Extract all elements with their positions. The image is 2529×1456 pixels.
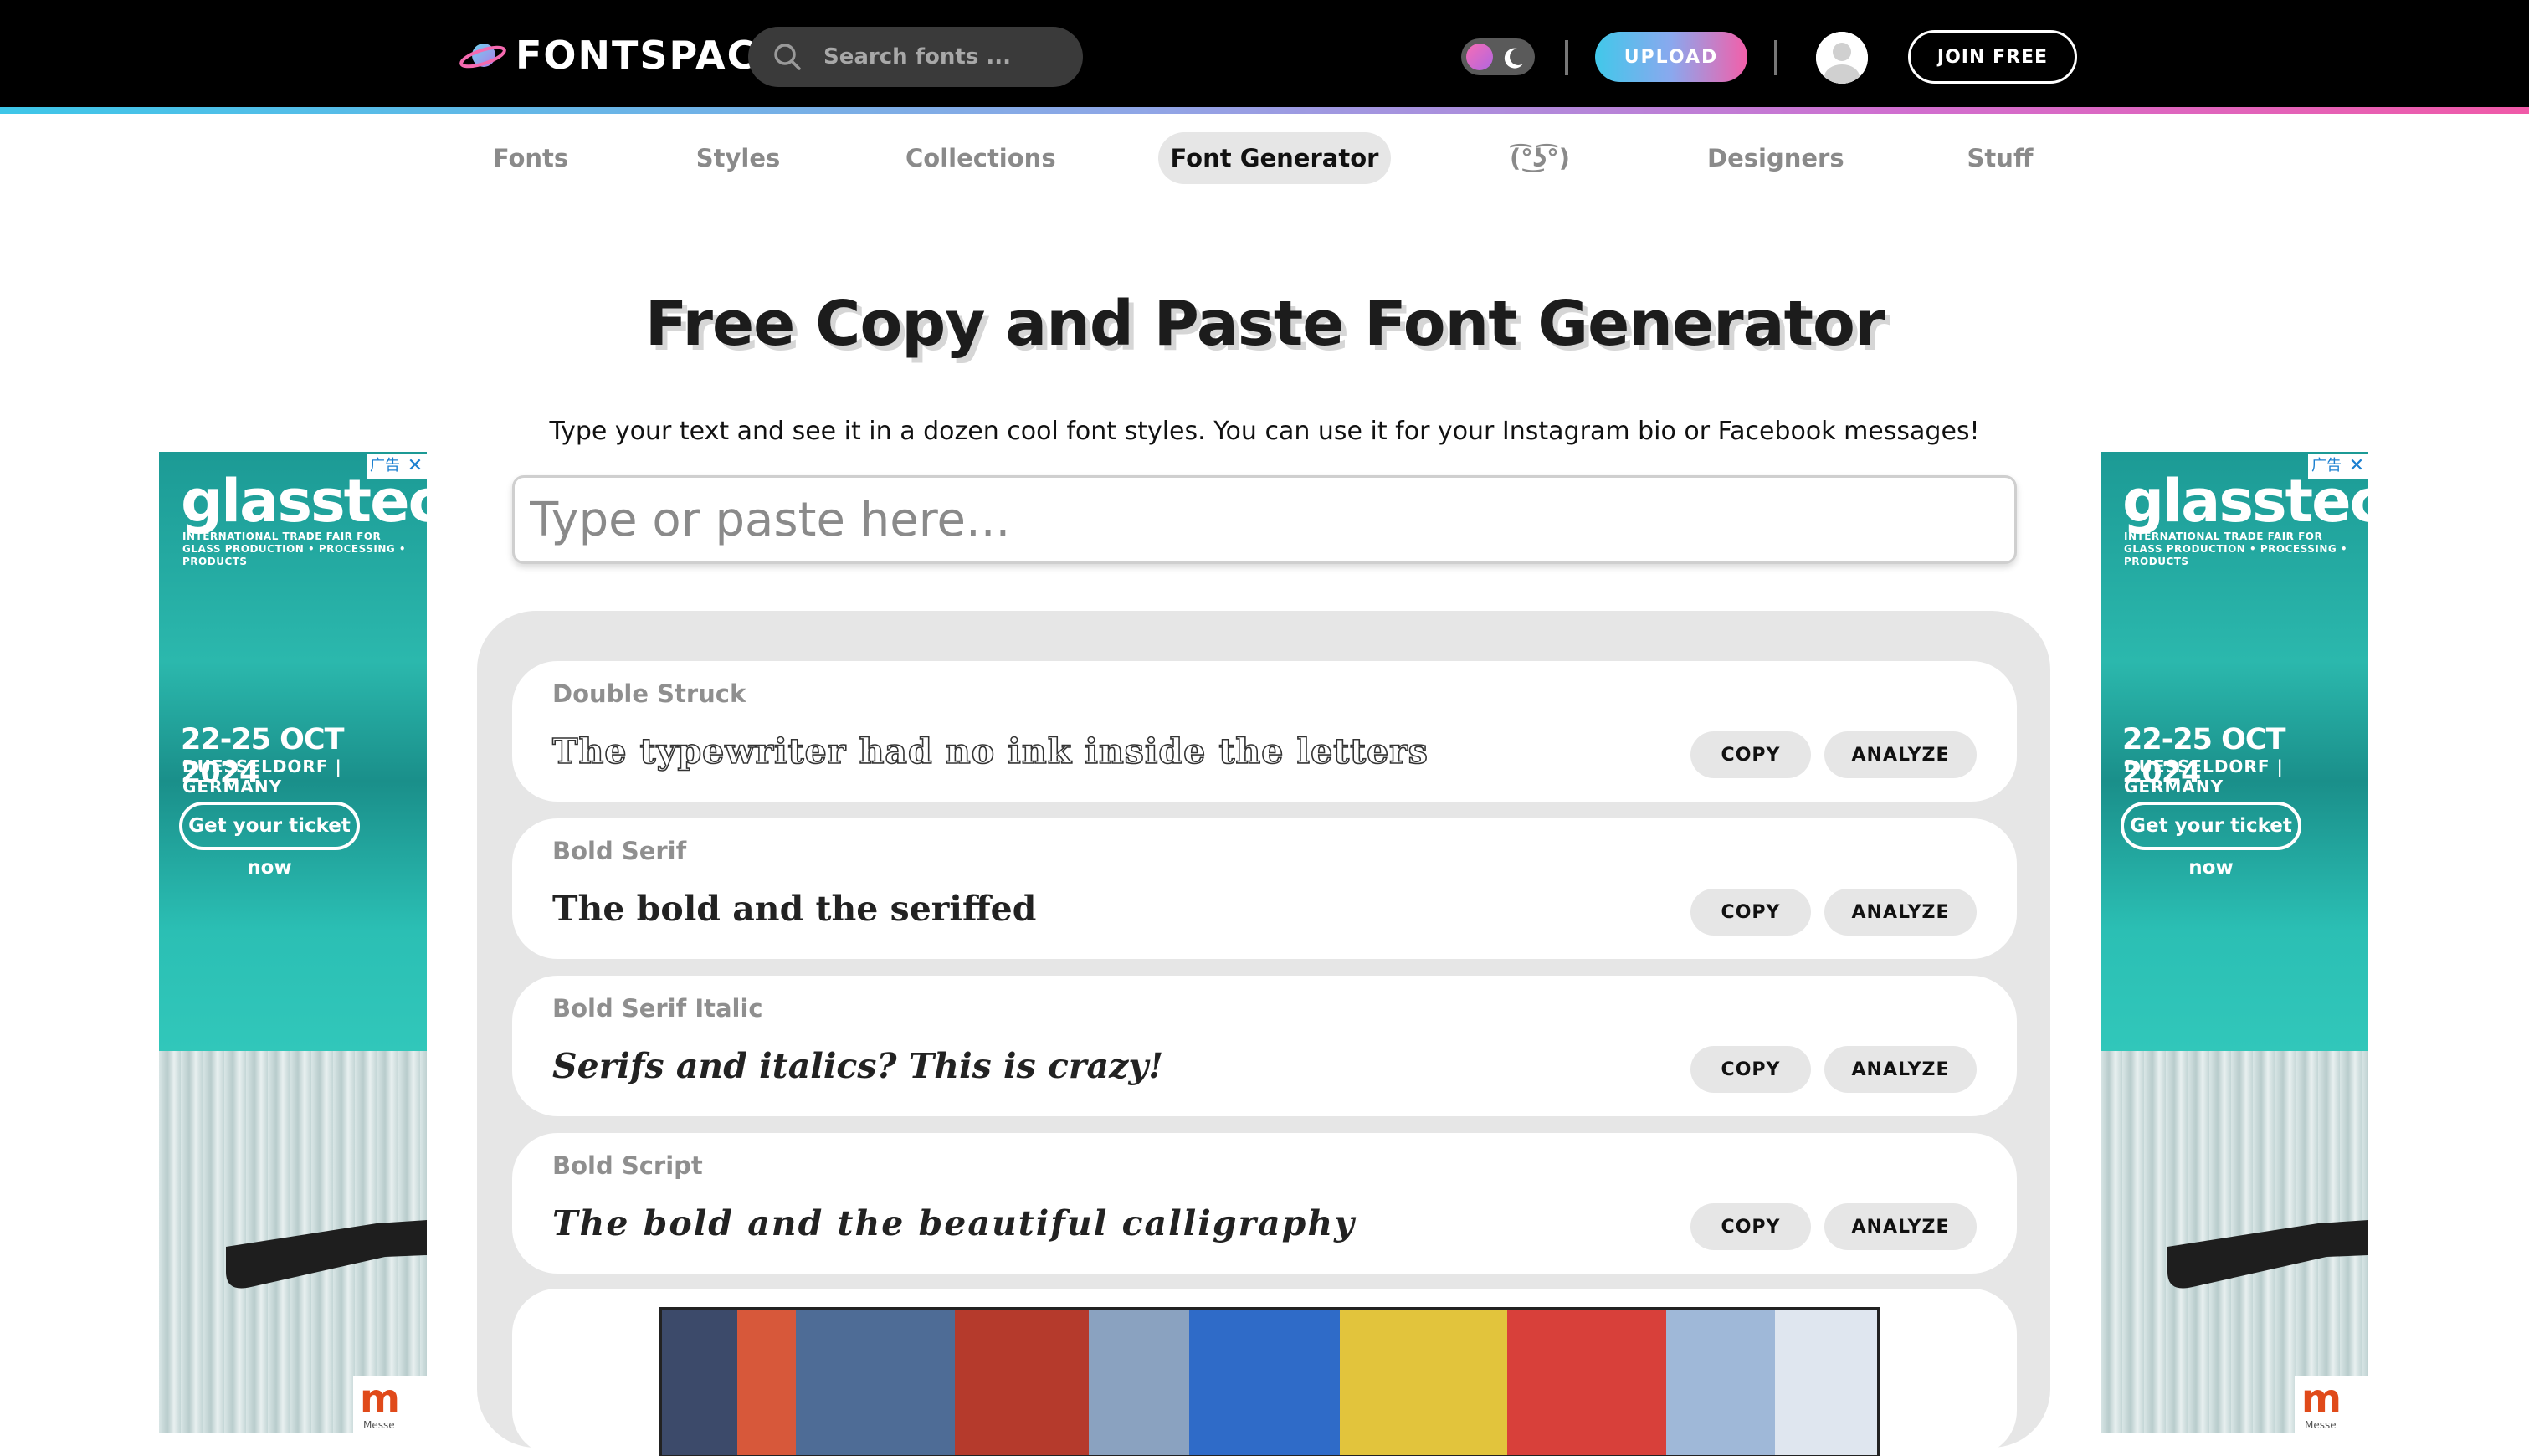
messe-logo: m Messe <box>2295 1376 2368 1433</box>
ad-photo-block <box>796 1310 955 1455</box>
ad-photo-block <box>1666 1310 1775 1455</box>
inline-ad-image[interactable] <box>659 1307 1880 1456</box>
ad-cta-button[interactable]: Get your ticket now <box>179 802 360 879</box>
top-bar: FONTSPACE UPLOAD JOIN FREE <box>0 0 2529 107</box>
search-input[interactable] <box>823 44 1075 69</box>
tab-lenny-face[interactable]: (͡°͜ʖ͡°) <box>1493 132 1587 184</box>
copy-button[interactable]: COPY <box>1690 889 1811 936</box>
generator-name: Bold Script <box>552 1151 703 1180</box>
divider <box>1565 40 1568 75</box>
accent-line <box>0 107 2529 114</box>
ad-badge-label: 广告 <box>367 454 403 479</box>
copy-button[interactable]: COPY <box>1690 731 1811 778</box>
ad-photo-block <box>1340 1310 1507 1455</box>
ad-photo-block <box>737 1310 796 1455</box>
generator-sample: The bold and the seriffed <box>552 889 1037 929</box>
user-icon <box>1816 32 1868 84</box>
theme-toggle[interactable] <box>1461 38 1535 75</box>
planet-logo-icon <box>459 44 506 69</box>
messe-text: Messe <box>2305 1419 2337 1431</box>
ad-choice-badge[interactable]: 广告 <box>2308 454 2345 479</box>
inline-ad-card <box>512 1289 2017 1456</box>
ad-photo-block <box>662 1310 737 1455</box>
page-subtitle: Type your text and see it in a dozen coo… <box>549 417 1980 446</box>
ad-tagline: INTERNATIONAL TRADE FAIR FOR GLASS PRODU… <box>2124 531 2348 567</box>
search-bar[interactable] <box>748 27 1083 87</box>
messe-logo: m Messe <box>353 1376 427 1433</box>
copy-button[interactable]: COPY <box>1690 1046 1811 1093</box>
logo-text: FONTSPACE <box>516 33 785 78</box>
tab-font-generator[interactable]: Font Generator <box>1158 132 1391 184</box>
ad-banner-right[interactable]: glasstec INTERNATIONAL TRADE FAIR FOR GL… <box>2101 452 2368 1433</box>
tab-styles[interactable]: Styles <box>691 132 785 184</box>
ad-banner-left[interactable]: glasstec INTERNATIONAL TRADE FAIR FOR GL… <box>159 452 427 1433</box>
ad-photo-block <box>1189 1310 1340 1455</box>
tab-fonts[interactable]: Fonts <box>489 132 572 184</box>
messe-mark: m <box>2301 1376 2342 1421</box>
tab-stuff[interactable]: Stuff <box>1963 132 2037 184</box>
ad-cta-button[interactable]: Get your ticket now <box>2121 802 2301 879</box>
ad-close-icon[interactable]: ✕ <box>2345 454 2368 479</box>
copy-button[interactable]: COPY <box>1690 1203 1811 1250</box>
toggle-knob <box>1466 44 1493 70</box>
text-input[interactable] <box>512 475 2017 564</box>
tab-collections[interactable]: Collections <box>905 132 1056 184</box>
generator-card-bold-serif-italic: Bold Serif Italic Serifs and italics? Th… <box>512 976 2017 1116</box>
analyze-button[interactable]: ANALYZE <box>1824 889 1977 936</box>
avatar[interactable] <box>1816 32 1868 84</box>
analyze-button[interactable]: ANALYZE <box>1824 1046 1977 1093</box>
ad-location: DUESSELDORF | GERMANY <box>2124 756 2284 797</box>
generator-sample: Serifs and italics? This is crazy! <box>552 1046 1164 1086</box>
search-icon <box>774 44 801 70</box>
ad-photo-block <box>955 1310 1089 1455</box>
door-handle-image <box>2167 1220 2368 1289</box>
generator-name: Bold Serif <box>552 837 687 865</box>
ad-photo-block <box>1507 1310 1666 1455</box>
ad-choice-badge[interactable]: 广告 <box>367 454 403 479</box>
ad-photo-block <box>1775 1310 1877 1455</box>
moon-icon <box>1504 48 1523 69</box>
generator-card-double-struck: Double Struck The typewriter had no ink … <box>512 661 2017 802</box>
page-title: Free Copy and Paste Font Generator <box>644 288 1885 360</box>
generator-name: Bold Serif Italic <box>552 994 763 1023</box>
messe-mark: m <box>360 1376 400 1421</box>
tab-designers[interactable]: Designers <box>1707 132 1844 184</box>
join-free-button[interactable]: JOIN FREE <box>1908 30 2077 84</box>
ad-badge-label: 广告 <box>2308 454 2345 479</box>
generator-card-bold-script: Bold Script The bold and the beautiful c… <box>512 1133 2017 1274</box>
ad-tagline: INTERNATIONAL TRADE FAIR FOR GLASS PRODU… <box>182 531 407 567</box>
generator-card-bold-serif: Bold Serif The bold and the seriffed COP… <box>512 818 2017 959</box>
generator-sample: The bold and the beautiful calligraphy <box>552 1203 1356 1243</box>
ad-close-icon[interactable]: ✕ <box>403 454 427 479</box>
generator-sample: The typewriter had no ink inside the let… <box>551 731 1429 772</box>
ad-location: DUESSELDORF | GERMANY <box>182 756 342 797</box>
upload-button[interactable]: UPLOAD <box>1595 32 1747 82</box>
door-handle-image <box>226 1220 427 1289</box>
ad-photo-block <box>1089 1310 1189 1455</box>
fontspace-logo[interactable]: FONTSPACE <box>459 32 785 79</box>
divider <box>1774 40 1777 75</box>
analyze-button[interactable]: ANALYZE <box>1824 1203 1977 1250</box>
analyze-button[interactable]: ANALYZE <box>1824 731 1977 778</box>
generator-name: Double Struck <box>552 679 746 708</box>
messe-text: Messe <box>363 1419 395 1431</box>
